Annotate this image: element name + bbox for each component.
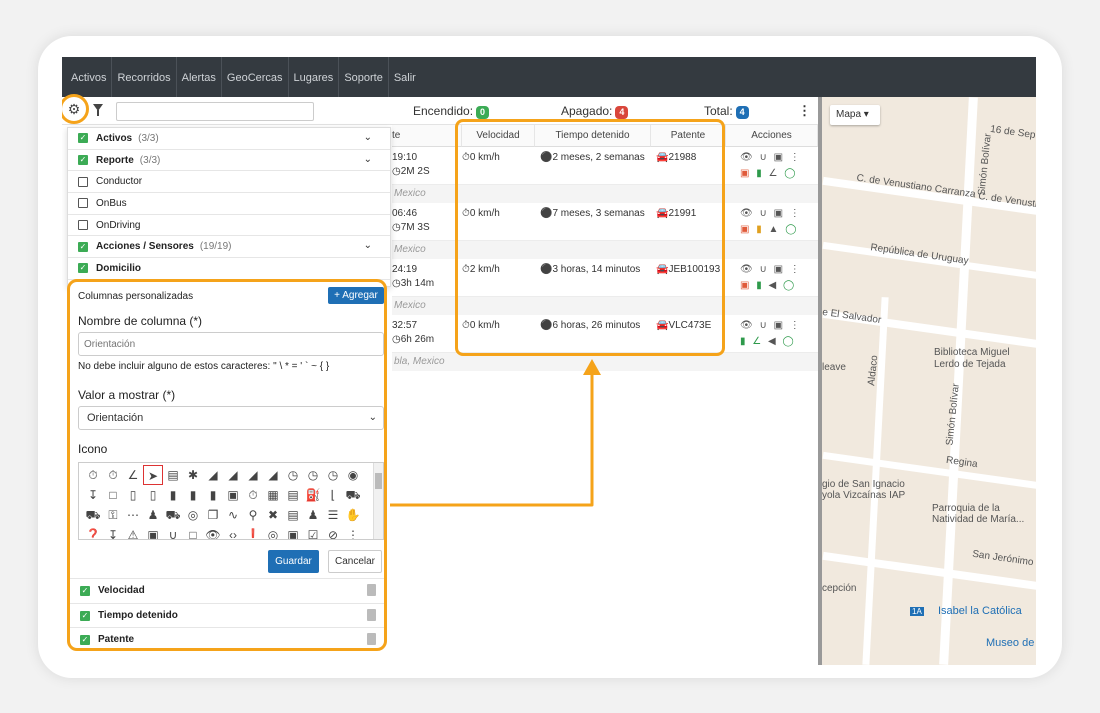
app-window: Activos Recorridos Alertas GeoCercas Lug… (62, 57, 1036, 665)
callout-arrow (390, 359, 601, 507)
